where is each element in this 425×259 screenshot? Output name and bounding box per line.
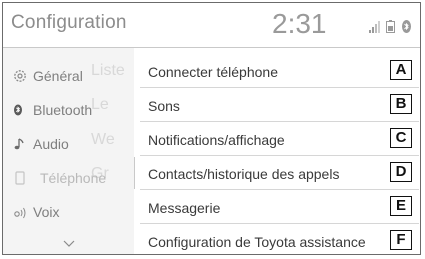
callout-label: C: [390, 128, 412, 148]
sidebar-item-audio[interactable]: Audio: [3, 127, 134, 161]
callout-label: D: [390, 162, 412, 182]
menu-item-label: Contacts/historique des appels: [148, 166, 340, 182]
sidebar-item-voix[interactable]: Voix: [3, 195, 134, 229]
bluetooth-icon: [402, 20, 411, 38]
page-title: Configuration: [11, 12, 127, 33]
battery-icon: [386, 20, 395, 38]
sidebar-item-label: Téléphone: [40, 170, 107, 186]
menu-item-label: Notifications/affichage: [148, 132, 285, 148]
sidebar-item-label: Audio: [33, 136, 69, 152]
sidebar-item-label: Général: [33, 68, 83, 84]
signal-icon: [369, 20, 381, 38]
menu-item-notifications[interactable]: Notifications/affichage C: [140, 123, 419, 156]
sidebar-item-general[interactable]: Général: [3, 59, 134, 93]
callout-label: A: [390, 60, 412, 80]
row-separator: [140, 121, 419, 122]
menu-item-label: Connecter téléphone: [148, 64, 278, 80]
menu-item-label: Sons: [148, 98, 180, 114]
sidebar-item-telephone[interactable]: Téléphone: [3, 161, 134, 195]
sidebar-item-bluetooth[interactable]: Bluetooth: [3, 93, 134, 127]
menu-item-label: Messagerie: [148, 200, 221, 216]
callout-label: E: [390, 196, 412, 216]
sidebar: Liste Le We Gr Général Bluetooth Audio T…: [3, 48, 134, 254]
row-separator: [140, 87, 419, 88]
clock: 2:31: [272, 8, 327, 39]
voice-icon: [13, 205, 27, 219]
gear-icon: [13, 69, 27, 83]
row-separator: [140, 189, 419, 190]
row-separator: [140, 223, 419, 224]
callout-label: F: [390, 230, 412, 250]
callout-label: B: [390, 94, 412, 114]
sidebar-divider: [134, 157, 135, 189]
screen-frame: Configuration 2:31 Liste Le We Gr Généra…: [2, 2, 421, 255]
menu-item-contacts[interactable]: Contacts/historique des appels D: [140, 157, 419, 190]
bluetooth-icon: [13, 103, 27, 117]
music-note-icon: [13, 137, 27, 151]
sidebar-item-label: Bluetooth: [33, 102, 93, 118]
menu-item-messagerie[interactable]: Messagerie E: [140, 191, 419, 224]
header-bar: Configuration 2:31: [3, 3, 420, 48]
menu-item-toyota-assistance[interactable]: Configuration de Toyota assistance F: [140, 225, 419, 254]
chevron-down-icon[interactable]: [63, 235, 75, 247]
menu-item-connecter-telephone[interactable]: Connecter téléphone A: [140, 55, 419, 88]
row-separator: [140, 155, 419, 156]
phone-icon: [13, 171, 27, 185]
menu-item-sons[interactable]: Sons B: [140, 89, 419, 122]
menu-item-label: Configuration de Toyota assistance: [148, 234, 366, 250]
sidebar-item-label: Voix: [33, 204, 60, 220]
